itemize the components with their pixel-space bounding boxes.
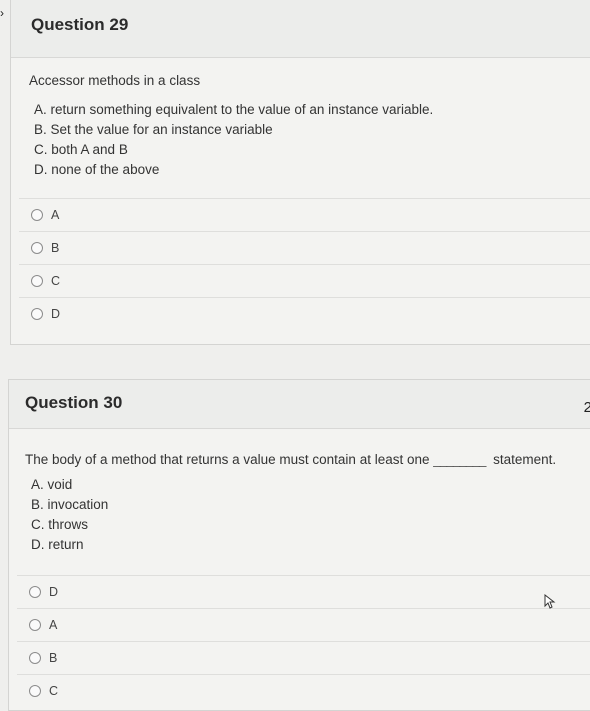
question-30-options: D A B C	[17, 575, 590, 707]
question-29-title: Question 29	[31, 15, 129, 34]
question-30-option-a[interactable]: A	[17, 608, 590, 641]
radio-unselected-icon[interactable]	[31, 308, 43, 320]
left-edge-mark: ›	[0, 6, 4, 20]
answer-blank: ________	[433, 452, 486, 467]
question-30-stem: The body of a method that returns a valu…	[25, 452, 556, 467]
question-29-choices: A. return something equivalent to the va…	[34, 100, 433, 180]
question-29-option-a[interactable]: A	[19, 198, 590, 231]
question-30-option-d[interactable]: D	[17, 575, 590, 608]
mouse-pointer-icon	[544, 594, 556, 609]
option-label: C	[49, 684, 59, 698]
question-29-choice-c: C. both A and B	[34, 142, 128, 157]
question-29-option-b[interactable]: B	[19, 231, 590, 264]
option-label: C	[51, 274, 61, 288]
option-label: A	[49, 618, 58, 632]
radio-unselected-icon[interactable]	[29, 619, 41, 631]
page-number: 2	[583, 399, 590, 416]
question-29-choice-a: A. return something equivalent to the va…	[34, 102, 434, 117]
option-label: B	[49, 651, 58, 665]
question-29-choice-d: D. none of the above	[34, 162, 160, 177]
question-29-header: Question 29	[11, 0, 590, 58]
question-30-choice-b: B. invocation	[31, 497, 109, 512]
question-30-choices: A. void B. invocation C. throws D. retur…	[31, 475, 108, 555]
radio-unselected-icon[interactable]	[31, 275, 43, 287]
option-label: D	[49, 585, 59, 599]
question-30-stem-text: The body of a method that returns a valu…	[25, 452, 430, 467]
radio-unselected-icon[interactable]	[29, 652, 41, 664]
question-29-option-c[interactable]: C	[19, 264, 590, 297]
radio-unselected-icon[interactable]	[31, 242, 43, 254]
radio-unselected-icon[interactable]	[29, 586, 41, 598]
question-29-card: Question 29 Accessor methods in a class …	[10, 0, 590, 345]
question-30-card: Question 30 The body of a method that re…	[8, 379, 590, 711]
question-30-title: Question 30	[25, 393, 123, 412]
radio-unselected-icon[interactable]	[31, 209, 43, 221]
question-30-choice-c: C. throws	[31, 517, 89, 532]
radio-unselected-icon[interactable]	[29, 685, 41, 697]
question-29-options: A B C D	[19, 198, 590, 330]
question-30-stem-end: statement.	[493, 452, 557, 467]
option-label: D	[51, 307, 61, 321]
question-30-option-b[interactable]: B	[17, 641, 590, 674]
option-label: A	[51, 208, 60, 222]
option-label: B	[51, 241, 60, 255]
question-30-choice-a: A. void	[31, 477, 73, 492]
question-29-stem: Accessor methods in a class	[29, 73, 201, 88]
question-29-option-d[interactable]: D	[19, 297, 590, 330]
question-29-choice-b: B. Set the value for an instance variabl…	[34, 122, 273, 137]
question-30-choice-d: D. return	[31, 537, 84, 552]
question-30-option-c[interactable]: C	[17, 674, 590, 707]
question-30-header: Question 30	[9, 380, 590, 429]
